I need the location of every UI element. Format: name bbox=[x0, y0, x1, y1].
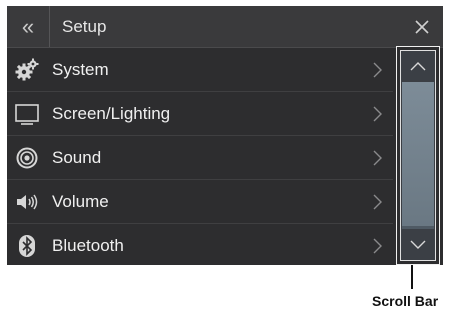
menu-item-volume[interactable]: Volume bbox=[7, 180, 393, 224]
chevron-right-icon bbox=[373, 150, 382, 166]
menu-item-label: Screen/Lighting bbox=[52, 104, 171, 123]
menu-item-system[interactable]: System bbox=[7, 48, 393, 92]
chevron-right-icon bbox=[373, 62, 382, 78]
back-icon: « bbox=[21, 13, 35, 39]
chevron-right-icon bbox=[373, 194, 382, 210]
chevron-up-icon bbox=[410, 62, 426, 71]
close-icon bbox=[415, 19, 429, 34]
callout-label: Scroll Bar bbox=[372, 293, 439, 309]
menu-item-label: System bbox=[52, 60, 109, 79]
menu-item-label: Bluetooth bbox=[52, 236, 124, 255]
header-bar: « Setup bbox=[7, 6, 443, 48]
chevron-right-icon bbox=[373, 106, 382, 122]
scroll-down-button[interactable] bbox=[401, 230, 435, 260]
volume-icon bbox=[15, 190, 39, 214]
speaker-icon bbox=[15, 146, 39, 170]
scroll-track[interactable] bbox=[402, 82, 434, 229]
monitor-icon bbox=[15, 102, 39, 126]
scroll-bar-inner bbox=[400, 50, 436, 261]
scroll-thumb[interactable] bbox=[402, 82, 434, 226]
setup-screen: « Setup System Screen/Lighting Sound Vol… bbox=[7, 6, 443, 265]
page-title: Setup bbox=[62, 17, 107, 36]
bluetooth-icon bbox=[15, 234, 39, 258]
menu-item-sound[interactable]: Sound bbox=[7, 136, 393, 180]
menu-item-screen-lighting[interactable]: Screen/Lighting bbox=[7, 92, 393, 136]
menu-item-label: Volume bbox=[52, 192, 109, 211]
chevron-down-icon bbox=[410, 240, 426, 249]
menu-item-bluetooth[interactable]: Bluetooth bbox=[7, 224, 393, 267]
callout-line bbox=[411, 265, 413, 289]
chevron-right-icon bbox=[373, 238, 382, 254]
back-button[interactable]: « bbox=[7, 6, 50, 47]
scroll-up-button[interactable] bbox=[401, 51, 435, 81]
gear-icon bbox=[15, 58, 39, 82]
scroll-bar[interactable] bbox=[396, 46, 440, 265]
setup-menu-list: System Screen/Lighting Sound Volume Blue… bbox=[7, 48, 393, 265]
close-button[interactable] bbox=[401, 6, 443, 47]
menu-item-label: Sound bbox=[52, 148, 102, 167]
